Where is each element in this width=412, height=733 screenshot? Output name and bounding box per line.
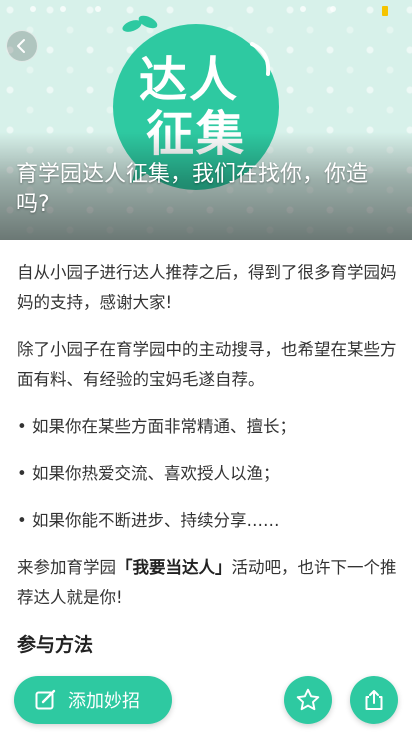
favorite-button[interactable] (284, 676, 332, 724)
star-icon (296, 688, 320, 711)
share-icon (365, 690, 383, 710)
campaign-name: 「我要当达人」 (116, 558, 232, 577)
article-bullet: • 如果你在某些方面非常精通、擅长； (17, 417, 296, 436)
hero-banner: 达人 征集 育学园达人征集，我们在找你，你造吗? (0, 0, 412, 240)
share-button[interactable] (350, 676, 398, 724)
add-tip-label: 添加妙招 (68, 691, 140, 712)
article-paragraph: 除了小园子在育学园中的主动搜寻，也希望在某些方面有料、有经验的宝妈毛遂自荐。 (17, 340, 397, 389)
add-tip-button[interactable]: 添加妙招 (14, 676, 172, 724)
article-body: 自从小园子进行达人推荐之后，得到了很多育学园妈妈的支持，感谢大家! 除了小园子在… (17, 258, 397, 657)
article-bullet: • 如果你热爱交流、喜欢授人以渔； (17, 464, 280, 483)
article-title: 育学园达人征集，我们在找你，你造吗? (16, 162, 369, 217)
article-cta-paragraph: 来参加育学园「我要当达人」活动吧，也许下一个推荐达人就是你! (17, 553, 397, 613)
article-bullet: • 如果你能不断进步、持续分享…… (17, 511, 280, 530)
back-button[interactable] (6, 30, 38, 62)
edit-icon (35, 689, 56, 710)
article-paragraph: 自从小园子进行达人推荐之后，得到了很多育学园妈妈的支持，感谢大家! (17, 263, 397, 312)
cta-text: 来参加育学园 (17, 558, 116, 577)
chevron-left-icon (17, 39, 25, 53)
section-heading: 参与方法 (17, 634, 94, 656)
